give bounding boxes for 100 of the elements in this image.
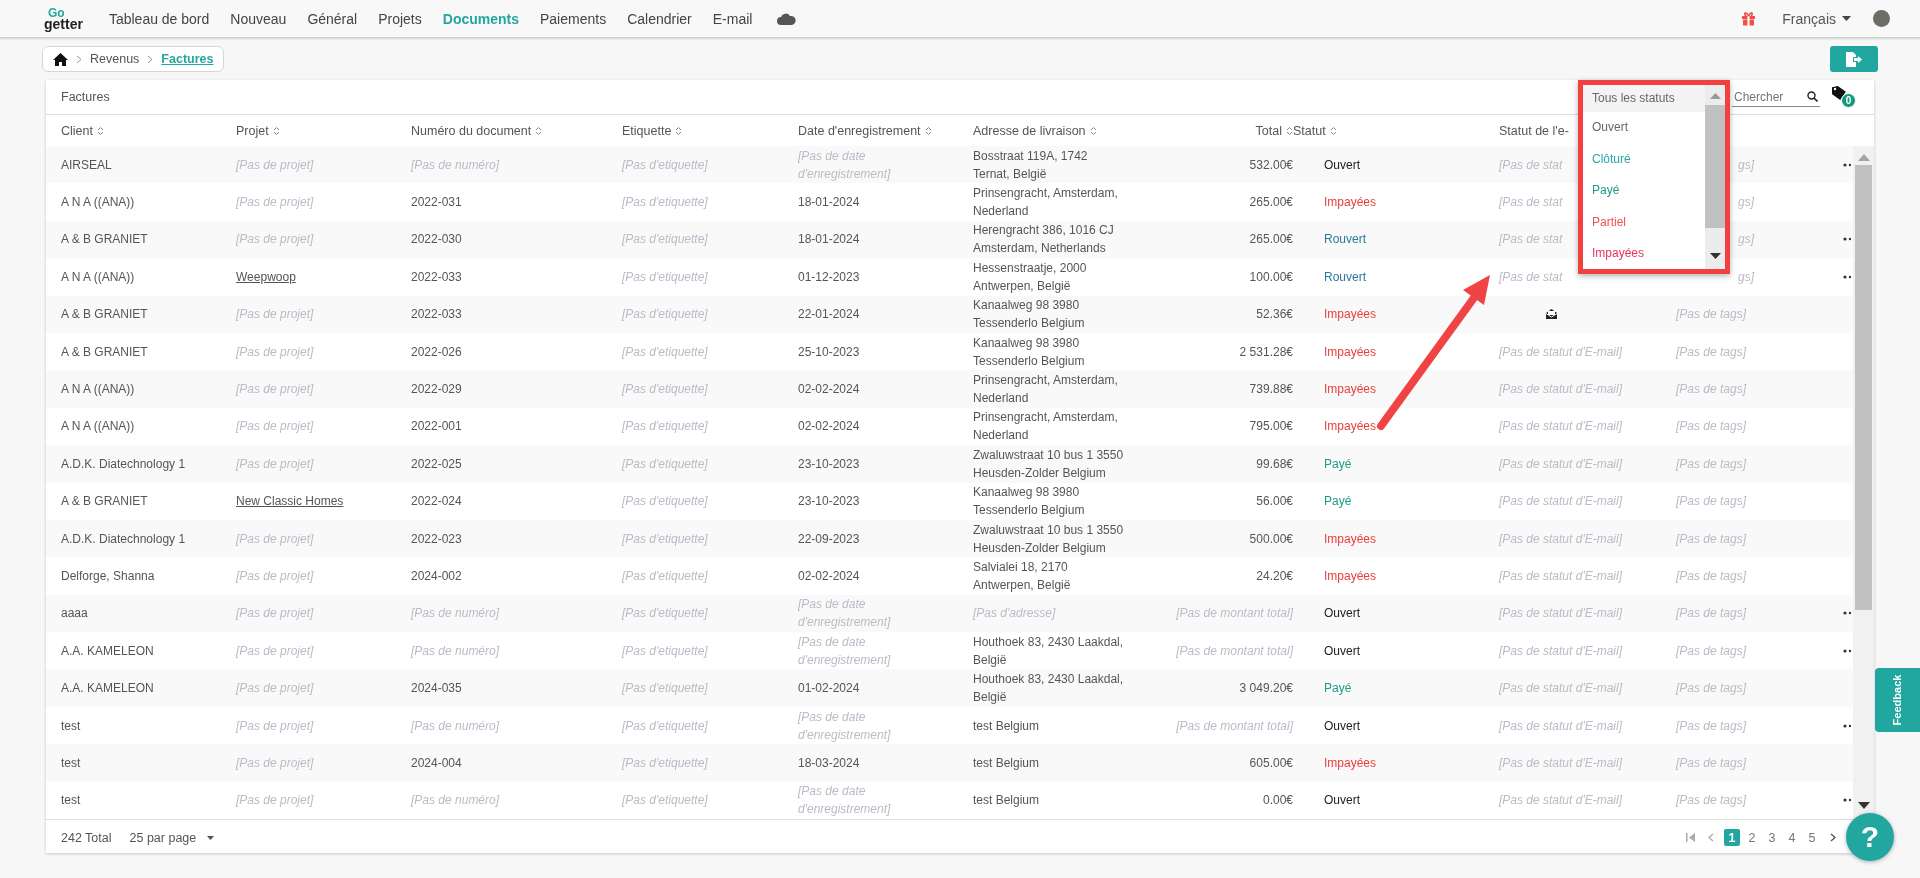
more-icon[interactable] [1843, 648, 1851, 653]
next-page-icon[interactable] [1830, 833, 1836, 842]
scroll-down-icon[interactable] [1709, 253, 1721, 259]
dropdown-option[interactable]: Payé [1583, 174, 1705, 206]
table-cell-text: [Pas de projet] [236, 343, 314, 361]
table-cell-text: 2022-024 [411, 493, 462, 511]
tag-icon[interactable] [1832, 86, 1846, 100]
table-cell-text: [Pas de statut d'E-mail] [1499, 642, 1622, 660]
table-cell-text: [Pas de projet] [236, 754, 314, 772]
table-cell-text: [Pas de date d'enregistrement] [798, 596, 891, 632]
table-cell-text: [Pas de projet] [236, 717, 314, 735]
status-label: Impayées [1323, 754, 1377, 772]
nav-link[interactable]: Nouveau [230, 10, 287, 27]
table-cell-text: A.A. KAMELEON [61, 642, 154, 660]
sort-icon[interactable] [1329, 125, 1337, 136]
nav-link[interactable]: Général [307, 10, 358, 27]
logo[interactable]: Go getter [44, 7, 83, 30]
table-cell-text: [Pas de tags] [1676, 343, 1747, 361]
search-icon[interactable] [1807, 91, 1818, 102]
sort-icon[interactable] [1286, 125, 1293, 136]
table-cell-text: [Pas de statut d'E-mail] [1499, 343, 1622, 361]
sort-icon[interactable] [272, 125, 280, 136]
page-size-selector[interactable]: 25 par page [129, 830, 197, 845]
sort-icon[interactable] [96, 125, 104, 136]
status-select[interactable]: Tous les statuts [1583, 85, 1705, 112]
nav-link[interactable]: Projets [378, 10, 422, 27]
table-cell-text: [Pas de projet] [236, 418, 314, 436]
table-cell-text: [Pas de montant total] [1176, 605, 1293, 623]
table-cell-text: test Belgium [973, 792, 1040, 810]
home-icon[interactable] [53, 52, 68, 66]
table-cell-text: 99.68€ [1256, 455, 1293, 473]
sort-icon[interactable] [924, 125, 932, 136]
nav-link[interactable]: E-mail [712, 10, 753, 27]
breadcrumb-link[interactable]: Revenus [90, 52, 140, 66]
table-cell-text: AIRSEAL [61, 156, 112, 174]
table-cell-text: [Pas de projet] [236, 605, 314, 623]
more-icon[interactable] [1843, 162, 1851, 167]
more-icon[interactable] [1843, 237, 1851, 242]
table-cell-text: [Pas de statut d'E-mail] [1499, 493, 1622, 511]
table-cell-text: Zwaluwstraat 10 bus 1 3550 Heusden-Zolder Belgium [973, 521, 1124, 557]
more-icon[interactable] [1843, 723, 1851, 728]
nav-link[interactable]: Paiements [540, 10, 607, 27]
sort-icon[interactable] [1089, 125, 1097, 136]
column-header[interactable]: Adresse de livraison [973, 123, 1086, 138]
cloud-icon[interactable] [777, 12, 797, 25]
table-cell-text: [Pas de statut d'E-mail] [1499, 381, 1622, 399]
caret-icon[interactable] [207, 835, 215, 840]
table-cell-text: A & B GRANIET [61, 343, 148, 361]
language-selector[interactable]: Français [1782, 10, 1836, 27]
table-cell-text: [Pas de statut d'E-mail] [1499, 568, 1622, 585]
page-button[interactable]: 4 [1784, 829, 1800, 846]
dropdown-option[interactable]: Ouvert [1583, 111, 1705, 143]
table-cell-text: [Pas de numéro] [411, 642, 500, 660]
nav-link[interactable]: Tableau de bord [108, 10, 210, 27]
more-icon[interactable] [1843, 274, 1851, 279]
column-header[interactable]: Numéro du document [411, 123, 532, 138]
scroll-down-icon[interactable] [1857, 802, 1870, 809]
page-button[interactable]: 5 [1804, 829, 1820, 846]
status-label: Impayées [1323, 418, 1377, 436]
project-link[interactable]: New Classic Homes [236, 492, 344, 511]
column-header[interactable]: Projet [236, 123, 269, 138]
caret-icon[interactable] [1842, 15, 1851, 22]
page-button[interactable]: 3 [1764, 829, 1780, 846]
column-header[interactable]: Total [1255, 123, 1282, 138]
table-cell-text: 01-02-2024 [798, 680, 860, 698]
export-button[interactable] [1830, 46, 1878, 72]
sort-icon[interactable] [535, 125, 543, 136]
dropdown-option[interactable]: Impayées [1583, 237, 1705, 269]
table-cell-text: A & B GRANIET [61, 231, 148, 249]
table-cell-text: A.D.K. Diatechnology 1 [61, 455, 186, 473]
sort-icon[interactable] [675, 125, 683, 136]
nav-link[interactable]: Calendrier [627, 10, 692, 27]
table-cell-text: 22-09-2023 [798, 530, 860, 548]
more-icon[interactable] [1843, 611, 1851, 616]
status-label: Rouvert [1323, 231, 1367, 249]
scrollbar[interactable] [1853, 146, 1874, 819]
project-link[interactable]: Weepwoop [236, 267, 296, 286]
card-title: Factures [61, 90, 110, 104]
table-cell-text: [Pas de numéro] [411, 156, 500, 174]
avatar[interactable] [1873, 10, 1890, 27]
column-header[interactable]: Client [61, 123, 93, 138]
table-cell-text: [Pas de projet] [236, 381, 314, 399]
gift-icon[interactable] [1741, 11, 1757, 26]
table-cell-text: [Pas de tags] [1676, 455, 1747, 473]
column-header[interactable]: Statut [1293, 123, 1326, 138]
status-label: Impayées [1323, 343, 1377, 361]
column-header[interactable]: Date d'enregistrement [798, 123, 921, 138]
table-cell-text: 100.00€ [1249, 268, 1293, 286]
table-cell-text: 02-02-2024 [798, 418, 860, 436]
page-button[interactable]: 2 [1744, 829, 1760, 846]
column-header: Statut de l'e- [1499, 123, 1569, 138]
scrollbar[interactable] [1705, 85, 1725, 269]
table-cell-text: [Pas de numéro] [411, 792, 500, 810]
column-header[interactable]: Etiquette [622, 123, 672, 138]
table-cell-text: 23-10-2023 [798, 455, 860, 473]
search-field[interactable]: Chercher [1732, 87, 1820, 107]
dropdown-option[interactable]: Partiel [1583, 206, 1705, 238]
more-icon[interactable] [1843, 798, 1851, 803]
table-cell-text: A.D.K. Diatechnology 1 [61, 530, 186, 548]
table-cell-text: test [61, 717, 81, 735]
